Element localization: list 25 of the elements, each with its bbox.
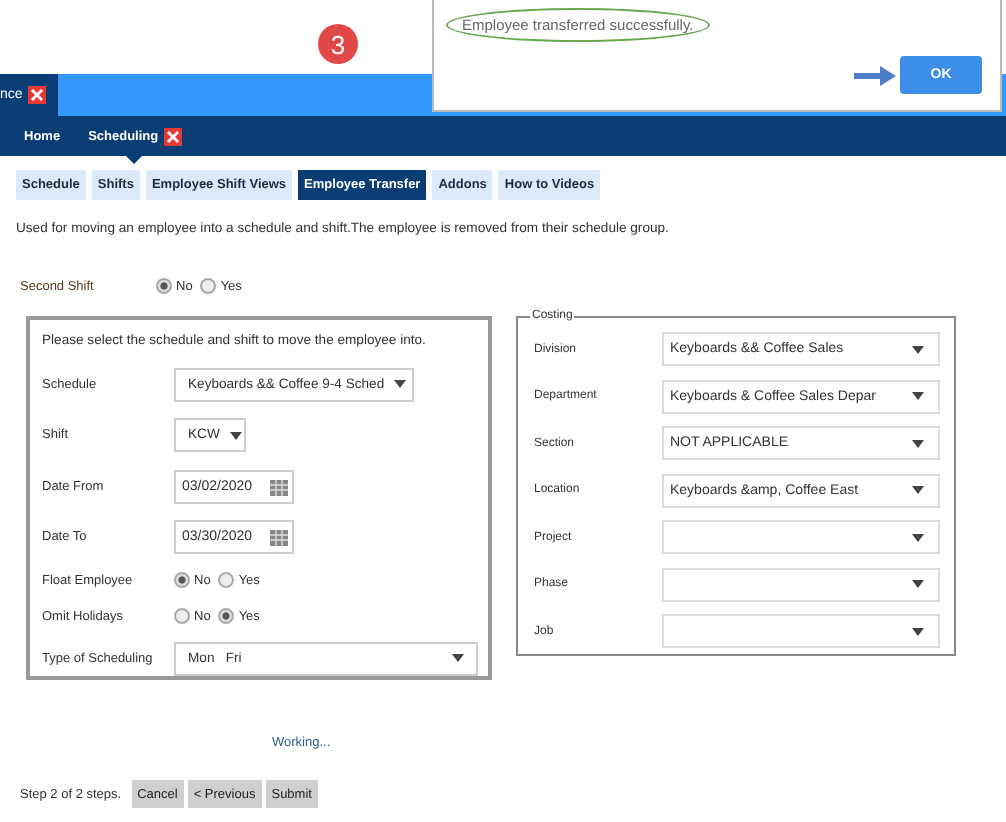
caret-icon: [912, 580, 924, 589]
close-icon[interactable]: [164, 127, 183, 145]
radio-button[interactable]: [218, 608, 235, 624]
calendar-icon[interactable]: [270, 529, 288, 545]
radio-button[interactable]: [174, 608, 190, 624]
select-field[interactable]: [662, 614, 940, 649]
caret-icon: [912, 486, 924, 495]
caret-icon: [912, 345, 924, 354]
caret-icon: [912, 533, 924, 542]
radio-button[interactable]: [156, 278, 172, 294]
arrow-icon: [852, 66, 896, 86]
select-field[interactable]: [662, 520, 940, 555]
select-field[interactable]: [662, 567, 940, 602]
caret-icon: [912, 439, 924, 448]
step-badge: 3: [318, 24, 358, 64]
caret-icon: [912, 627, 924, 636]
caret-icon: [229, 431, 242, 439]
radio-button[interactable]: [174, 572, 190, 588]
calendar-icon[interactable]: [270, 479, 288, 495]
close-icon[interactable]: [28, 86, 47, 104]
caret-icon: [912, 392, 924, 401]
caret-icon: [452, 654, 464, 662]
caret-icon: [394, 380, 407, 388]
radio-button[interactable]: [218, 572, 235, 588]
radio-button[interactable]: [200, 278, 217, 294]
